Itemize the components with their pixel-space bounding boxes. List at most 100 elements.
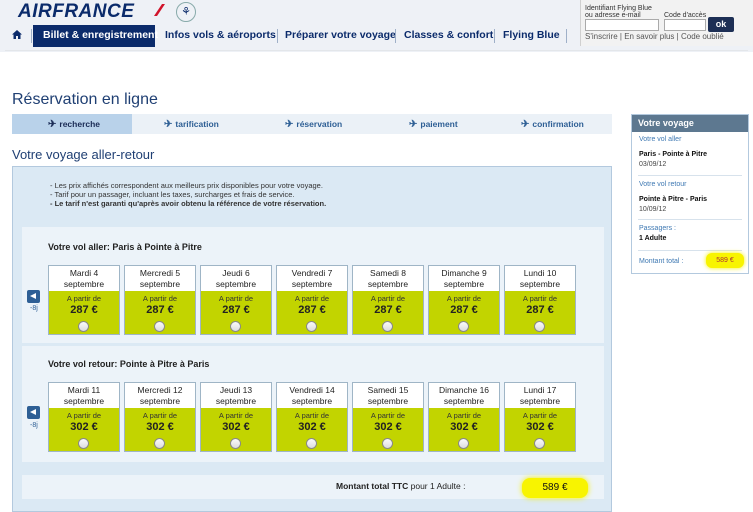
login-id-input[interactable] [585,19,659,31]
day-month: septembre [291,279,333,289]
day-option[interactable]: Mercredi 12 septembre A partir de 302 € [124,382,196,452]
step-paiement[interactable]: ✈ paiement [409,114,458,134]
day-price: 302 € [450,421,478,433]
day-radio[interactable] [534,321,545,332]
day-radio[interactable] [534,438,545,449]
day-radio[interactable] [306,438,317,449]
plane-icon: ✈ [521,119,530,130]
booking-steps: ✈ recherche ✈ tarification ✈ réservation ✈ p… [12,114,612,134]
nav-item-infos-vols[interactable]: Infos vols & aéroports [165,25,276,47]
day-name: Lundi 10 [523,268,557,278]
return-prev-button[interactable] [27,406,40,419]
nav-item-billet[interactable]: Billet & enregistrement [33,25,158,47]
day-option[interactable]: Dimanche 16 septembre A partir de 302 € [428,382,500,452]
login-id-label: Identifiant Flying Blue ou adresse e-mai… [585,5,652,19]
day-name: Jeudi 13 [219,385,253,395]
day-option[interactable]: Mardi 11 septembre A partir de 302 € [48,382,120,452]
seahorse-emblem-icon: ⚘ [176,2,196,22]
login-ok-button[interactable]: ok [708,17,734,32]
outbound-prev-button[interactable] [27,290,40,303]
step-reservation[interactable]: ✈ réservation [285,114,342,134]
day-radio[interactable] [306,321,317,332]
day-month: septembre [215,396,257,406]
step-confirmation[interactable]: ✈ confirmation [521,114,584,134]
day-option[interactable]: Vendredi 7 septembre A partir de 287 € [276,265,348,335]
login-code-label: Code d'accès [664,12,707,19]
from-label: A partir de [66,411,102,420]
price-box: A partir de 287 € [505,291,575,334]
learn-more-link[interactable]: En savoir plus [624,32,674,41]
login-code-input[interactable] [664,19,706,31]
day-option[interactable]: Lundi 17 septembre A partir de 302 € [504,382,576,452]
sidebar-passengers-label: Passagers : [639,225,676,232]
forgot-code-link[interactable]: Code oublié [681,32,724,41]
day-label: Samedi 15 septembre [353,385,423,407]
plane-icon: ✈ [409,119,418,130]
sidebar-aller-date: 03/09/12 [639,161,667,168]
price-box: A partir de 287 € [49,291,119,334]
nav-item-preparer[interactable]: Préparer votre voyage [285,25,396,47]
day-radio[interactable] [458,438,469,449]
day-option[interactable]: Dimanche 9 septembre A partir de 287 € [428,265,500,335]
return-prev-label: -8j [30,422,38,429]
day-option[interactable]: Samedi 8 septembre A partir de 287 € [352,265,424,335]
trip-summary-sidebar: Votre voyage Votre vol aller Paris - Poi… [631,114,749,274]
from-label: A partir de [522,411,558,420]
day-option[interactable]: Vendredi 14 septembre A partir de 302 € [276,382,348,452]
day-name: Vendredi 7 [291,268,333,278]
total-label: Montant total TTC pour 1 Adulte : [336,481,465,491]
day-label: Jeudi 13 septembre [201,385,271,407]
step-recherche[interactable]: ✈ recherche [12,114,132,134]
day-radio[interactable] [382,321,393,332]
day-radio[interactable] [154,321,165,332]
home-icon[interactable] [12,30,22,39]
day-label: Samedi 8 septembre [353,268,423,290]
airfrance-logo[interactable]: AIRFRANCE [18,1,134,23]
section-title: Votre voyage aller-retour [12,147,155,162]
info-note: - Tarif pour un passager, incluant les t… [50,190,295,199]
day-radio[interactable] [458,321,469,332]
day-radio[interactable] [78,438,89,449]
nav-separator [566,29,567,43]
nav-separator [395,29,396,43]
plane-icon: ✈ [164,119,173,130]
day-radio[interactable] [78,321,89,332]
day-option[interactable]: Jeudi 13 septembre A partir de 302 € [200,382,272,452]
nav-item-classes[interactable]: Classes & confort [404,25,493,47]
day-name: Mardi 4 [69,268,99,278]
price-box: A partir de 287 € [353,291,423,334]
day-radio[interactable] [382,438,393,449]
signup-link[interactable]: S'inscrire [585,32,618,41]
day-radio[interactable] [230,321,241,332]
day-month: septembre [367,396,409,406]
day-month: septembre [63,396,105,406]
price-box: A partir de 287 € [201,291,271,334]
day-month: septembre [215,279,257,289]
step-tarification[interactable]: ✈ tarification [164,114,219,134]
day-radio[interactable] [154,438,165,449]
day-radio[interactable] [230,438,241,449]
nav-item-flying-blue[interactable]: Flying Blue [503,25,560,47]
day-label: Mercredi 12 septembre [125,385,195,407]
day-option[interactable]: Samedi 15 septembre A partir de 302 € [352,382,424,452]
day-month: septembre [139,279,181,289]
from-label: A partir de [370,411,406,420]
step-label: recherche [59,119,101,129]
day-option[interactable]: Mardi 4 septembre A partir de 287 € [48,265,120,335]
step-label: tarification [175,119,219,129]
day-label: Lundi 17 septembre [505,385,575,407]
day-name: Dimanche 16 [438,385,490,395]
header-divider [5,50,748,51]
day-option[interactable]: Mercredi 5 septembre A partir de 287 € [124,265,196,335]
info-note: - Les prix affichés correspondent aux me… [50,181,323,190]
from-label: A partir de [446,411,482,420]
sidebar-retour-route: Pointe à Pitre - Paris [639,196,708,203]
step-label: réservation [296,119,343,129]
price-box: A partir de 302 € [277,408,347,451]
day-price: 302 € [374,421,402,433]
from-label: A partir de [66,294,102,303]
day-option[interactable]: Jeudi 6 septembre A partir de 287 € [200,265,272,335]
return-title: Votre vol retour: Pointe à Pitre à Paris [48,359,210,369]
price-box: A partir de 302 € [353,408,423,451]
day-option[interactable]: Lundi 10 septembre A partir de 287 € [504,265,576,335]
